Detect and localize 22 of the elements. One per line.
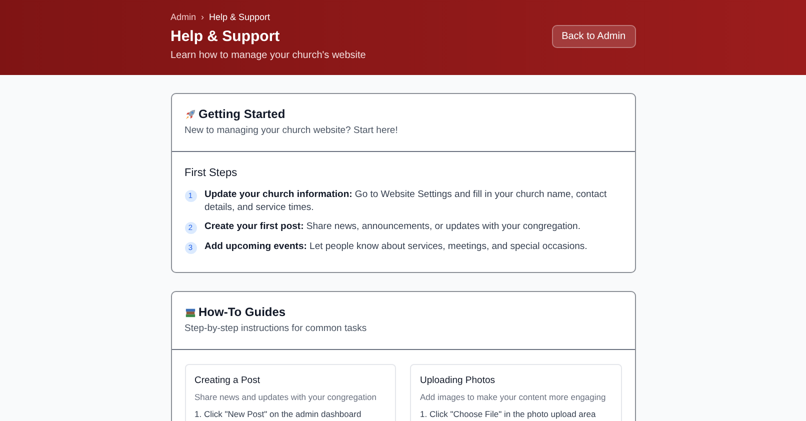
page-subtitle: Learn how to manage your church's website [170, 49, 366, 62]
back-to-admin-button[interactable]: Back to Admin [552, 25, 636, 48]
guide-title: Uploading Photos [420, 375, 496, 387]
guide-step: 1. Click "New Post" on the admin dashboard [194, 409, 386, 420]
step-text: Update your church information: Go to Website Settings and fill in your church name, contact details, and service times. [204, 188, 608, 214]
step-text: Add upcoming events: Let people know about services, meetings, and special occasions. [204, 240, 588, 253]
guide-title: Creating a Post [194, 375, 261, 387]
section-title: Getting Started [198, 107, 286, 122]
rocket-icon [184, 109, 196, 120]
page-title: Help & Support [170, 28, 281, 46]
section-subtitle: New to managing your church website? Start here! [184, 125, 399, 137]
step-text: Create your first post: Share news, announcements, or updates with your congregation. [204, 220, 580, 233]
first-steps-heading: First Steps [184, 166, 238, 180]
breadcrumb-link[interactable]: Admin [170, 11, 196, 23]
section-subtitle: Step-by-step instructions for common tasks [184, 323, 368, 335]
breadcrumb-separator: › [201, 11, 204, 23]
guide-description: Share news and updates with your congregation [194, 392, 378, 403]
guide-step: 1. Click "Choose File" in the photo upload area [420, 409, 612, 420]
breadcrumb-current: Help & Support [209, 11, 270, 23]
books-icon [184, 307, 196, 318]
guide-description: Add images to make your content more engaging [420, 392, 607, 403]
section-title: How-To Guides [198, 305, 286, 320]
